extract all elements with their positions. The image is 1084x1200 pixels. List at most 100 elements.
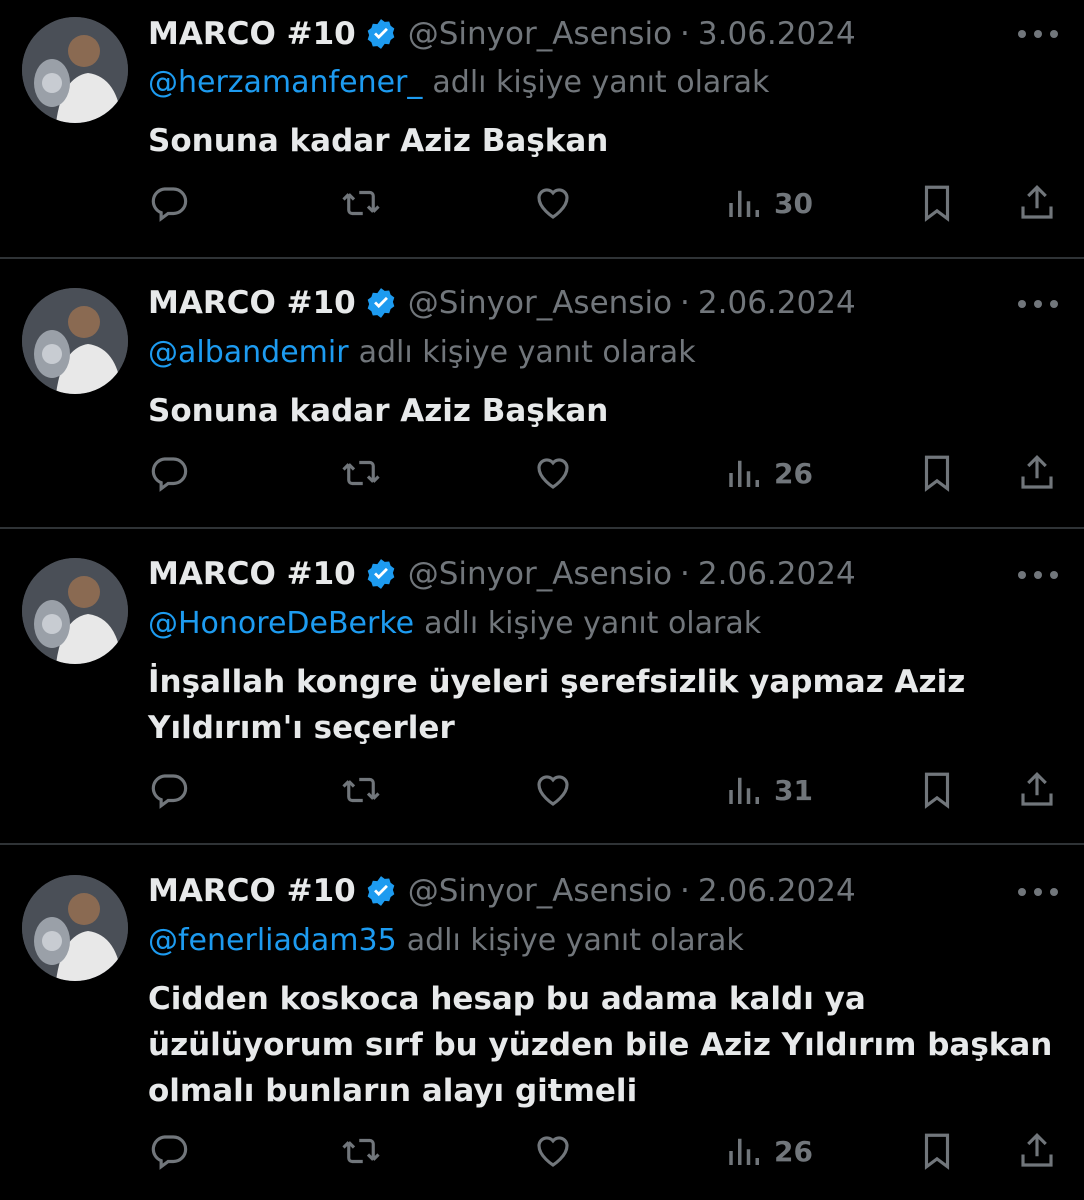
- verified-badge-icon: [364, 874, 398, 908]
- tweet-text: Sonuna kadar Aziz Başkan: [148, 118, 1058, 164]
- like-button[interactable]: [532, 1129, 574, 1173]
- bookmark-button[interactable]: [916, 1129, 958, 1173]
- retweet-icon: [342, 777, 380, 803]
- handle[interactable]: @Sinyor_Asensio: [408, 873, 672, 909]
- heart-icon: [537, 1136, 569, 1167]
- handle[interactable]: @Sinyor_Asensio: [408, 285, 672, 321]
- reply-button[interactable]: [148, 768, 190, 812]
- reply-mention[interactable]: @fenerliadam35: [148, 923, 397, 958]
- separator-dot: ·: [680, 16, 690, 52]
- heart-icon: [537, 775, 569, 806]
- views-icon: [729, 777, 759, 804]
- display-name[interactable]: MARCO #10: [148, 556, 356, 592]
- handle[interactable]: @Sinyor_Asensio: [408, 16, 672, 52]
- views-button[interactable]: 26: [724, 451, 813, 495]
- views-button[interactable]: 26: [724, 1129, 813, 1173]
- reply-mention[interactable]: @herzamanfener_: [148, 65, 422, 100]
- share-button[interactable]: [1016, 1129, 1058, 1173]
- retweet-icon: [342, 190, 380, 216]
- verified-badge-icon: [364, 17, 398, 51]
- tweet-text: İnşallah kongre üyeleri şerefsizlik yapm…: [148, 659, 1058, 751]
- retweet-button[interactable]: [340, 768, 382, 812]
- action-bar: 30: [148, 181, 1060, 225]
- avatar[interactable]: [22, 558, 128, 664]
- avatar[interactable]: [22, 17, 128, 123]
- bookmark-button[interactable]: [916, 768, 958, 812]
- tweet-date[interactable]: 2.06.2024: [698, 556, 856, 592]
- retweet-button[interactable]: [340, 181, 382, 225]
- bookmark-icon: [924, 185, 950, 222]
- share-button[interactable]: [1016, 181, 1058, 225]
- verified-badge-icon: [364, 286, 398, 320]
- tweet[interactable]: MARCO #10 @Sinyor_Asensio · 2.06.2024 @f…: [0, 845, 1084, 1200]
- more-options-icon[interactable]: [1018, 569, 1058, 581]
- views-icon: [729, 190, 759, 217]
- reply-context: @HonoreDeBerke adlı kişiye yanıt olarak: [148, 602, 761, 644]
- reply-button[interactable]: [148, 181, 190, 225]
- reply-button[interactable]: [148, 451, 190, 495]
- share-icon: [1021, 185, 1053, 219]
- bookmark-button[interactable]: [916, 451, 958, 495]
- reply-context: @fenerliadam35 adlı kişiye yanıt olarak: [148, 919, 744, 961]
- more-options-icon[interactable]: [1018, 28, 1058, 40]
- tweet-text: Cidden koskoca hesap bu adama kaldı ya ü…: [148, 976, 1058, 1114]
- more-options-icon[interactable]: [1018, 298, 1058, 310]
- like-button[interactable]: [532, 768, 574, 812]
- tweet-date[interactable]: 3.06.2024: [698, 16, 856, 52]
- reply-mention[interactable]: @HonoreDeBerke: [148, 606, 414, 641]
- tweet-text-line: üzülüyorum sırf bu yüzden bile Aziz Yıld…: [148, 1027, 1053, 1063]
- retweet-button[interactable]: [340, 1129, 382, 1173]
- reply-suffix: adlı kişiye yanıt olarak: [424, 605, 762, 641]
- separator-dot: ·: [680, 285, 690, 321]
- display-name[interactable]: MARCO #10: [148, 285, 356, 321]
- tweet-header: MARCO #10 @Sinyor_Asensio · 3.06.2024: [148, 12, 856, 56]
- retweet-button[interactable]: [340, 451, 382, 495]
- view-count: 31: [774, 773, 813, 807]
- tweet-date[interactable]: 2.06.2024: [698, 873, 856, 909]
- share-icon: [1021, 455, 1053, 489]
- tweet-date[interactable]: 2.06.2024: [698, 285, 856, 321]
- reply-mention[interactable]: @albandemir: [148, 335, 349, 370]
- display-name[interactable]: MARCO #10: [148, 16, 356, 52]
- views-button[interactable]: 30: [724, 181, 813, 225]
- share-button[interactable]: [1016, 768, 1058, 812]
- tweet[interactable]: MARCO #10 @Sinyor_Asensio · 2.06.2024 @H…: [0, 529, 1084, 845]
- reply-icon: [151, 187, 188, 222]
- view-count: 26: [774, 1134, 813, 1168]
- views-button[interactable]: 31: [724, 768, 813, 812]
- reply-icon: [151, 1135, 188, 1170]
- action-bar: 26: [148, 1129, 1060, 1173]
- tweet-header: MARCO #10 @Sinyor_Asensio · 2.06.2024: [148, 552, 856, 596]
- retweet-icon: [342, 1138, 380, 1164]
- heart-icon: [537, 458, 569, 489]
- tweet-text-line: Sonuna kadar Aziz Başkan: [148, 393, 609, 429]
- display-name[interactable]: MARCO #10: [148, 873, 356, 909]
- retweet-icon: [342, 460, 380, 486]
- bookmark-icon: [924, 1133, 950, 1170]
- reply-suffix: adlı kişiye yanıt olarak: [406, 922, 744, 958]
- bookmark-button[interactable]: [916, 181, 958, 225]
- share-icon: [1021, 1133, 1053, 1167]
- views-icon: [729, 460, 759, 487]
- share-button[interactable]: [1016, 451, 1058, 495]
- avatar[interactable]: [22, 288, 128, 394]
- tweet-header: MARCO #10 @Sinyor_Asensio · 2.06.2024: [148, 281, 856, 325]
- handle[interactable]: @Sinyor_Asensio: [408, 556, 672, 592]
- more-options-icon[interactable]: [1018, 886, 1058, 898]
- like-button[interactable]: [532, 181, 574, 225]
- avatar[interactable]: [22, 875, 128, 981]
- tweet[interactable]: MARCO #10 @Sinyor_Asensio · 3.06.2024 @h…: [0, 0, 1084, 259]
- action-bar: 26: [148, 451, 1060, 495]
- views-icon: [729, 1138, 759, 1165]
- reply-button[interactable]: [148, 1129, 190, 1173]
- verified-badge-icon: [364, 557, 398, 591]
- tweet-text-line: İnşallah kongre üyeleri şerefsizlik yapm…: [148, 664, 966, 700]
- reply-suffix: adlı kişiye yanıt olarak: [432, 64, 770, 100]
- tweet-text-line: olmalı bunların alayı gitmeli: [148, 1073, 638, 1109]
- reply-suffix: adlı kişiye yanıt olarak: [358, 334, 696, 370]
- separator-dot: ·: [680, 873, 690, 909]
- like-button[interactable]: [532, 451, 574, 495]
- tweet[interactable]: MARCO #10 @Sinyor_Asensio · 2.06.2024 @a…: [0, 259, 1084, 529]
- tweet-header: MARCO #10 @Sinyor_Asensio · 2.06.2024: [148, 869, 856, 913]
- bookmark-icon: [924, 772, 950, 809]
